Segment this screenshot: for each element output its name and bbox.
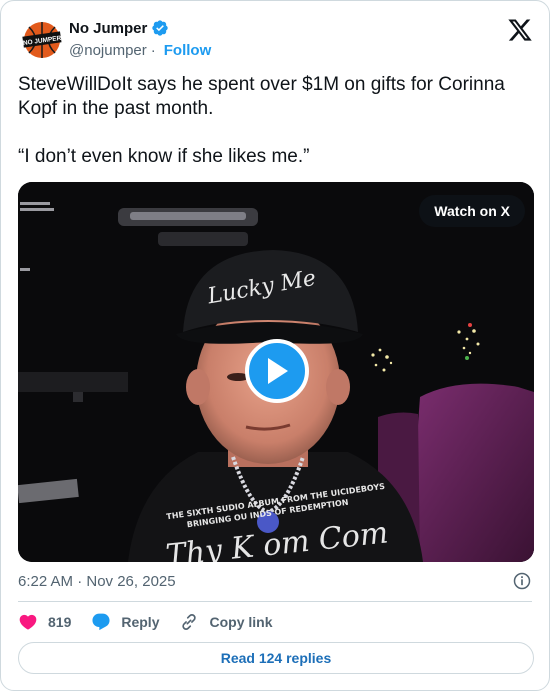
heart-icon (19, 614, 37, 630)
handle[interactable]: @nojumper (69, 42, 147, 59)
play-icon (268, 358, 288, 384)
timestamp[interactable]: 6:22 AM · Nov 26, 2025 (18, 573, 176, 590)
avatar[interactable]: NO JUMPER (21, 19, 63, 61)
reply-bubble-icon (92, 613, 110, 631)
author-info: No Jumper @nojumper · Follow (69, 17, 211, 61)
action-bar: 819 Reply Copy link (18, 609, 293, 635)
tweet-card: NO JUMPER No Jumper @nojumper · Follow S… (0, 0, 550, 691)
copy-link-button[interactable]: Copy link (179, 612, 273, 632)
tweet-text-line-1: SteveWillDoIt says he spent over $1M on … (18, 74, 505, 119)
like-button[interactable]: 819 (18, 612, 71, 632)
timestamp-row: 6:22 AM · Nov 26, 2025 (18, 571, 532, 591)
handle-separator: · (150, 41, 156, 59)
read-replies-button[interactable]: Read 124 replies (18, 642, 534, 674)
reply-label: Reply (121, 614, 160, 630)
display-name[interactable]: No Jumper (69, 20, 147, 37)
copy-link-label: Copy link (209, 614, 273, 630)
watch-on-x-button[interactable]: Watch on X (419, 195, 525, 227)
no-jumper-logo: NO JUMPER (22, 22, 62, 58)
verified-badge-icon (152, 20, 169, 36)
tweet-header: NO JUMPER No Jumper @nojumper · Follow (19, 17, 533, 61)
x-logo-icon[interactable] (507, 17, 533, 43)
divider (18, 601, 532, 602)
tweet-text-line-2: “I don’t even know if she likes me.” (18, 146, 310, 167)
likes-count: 819 (48, 614, 72, 630)
follow-button[interactable]: Follow (164, 42, 212, 59)
video-player[interactable]: Lucky Me THE SIXTH SUDIO ALBUM FROM THE … (18, 182, 534, 562)
play-button[interactable] (245, 339, 309, 403)
tweet-text: SteveWillDoIt says he spent over $1M on … (18, 73, 533, 169)
link-icon (182, 614, 197, 630)
info-icon[interactable] (512, 571, 532, 591)
reply-button[interactable]: Reply (91, 612, 159, 632)
